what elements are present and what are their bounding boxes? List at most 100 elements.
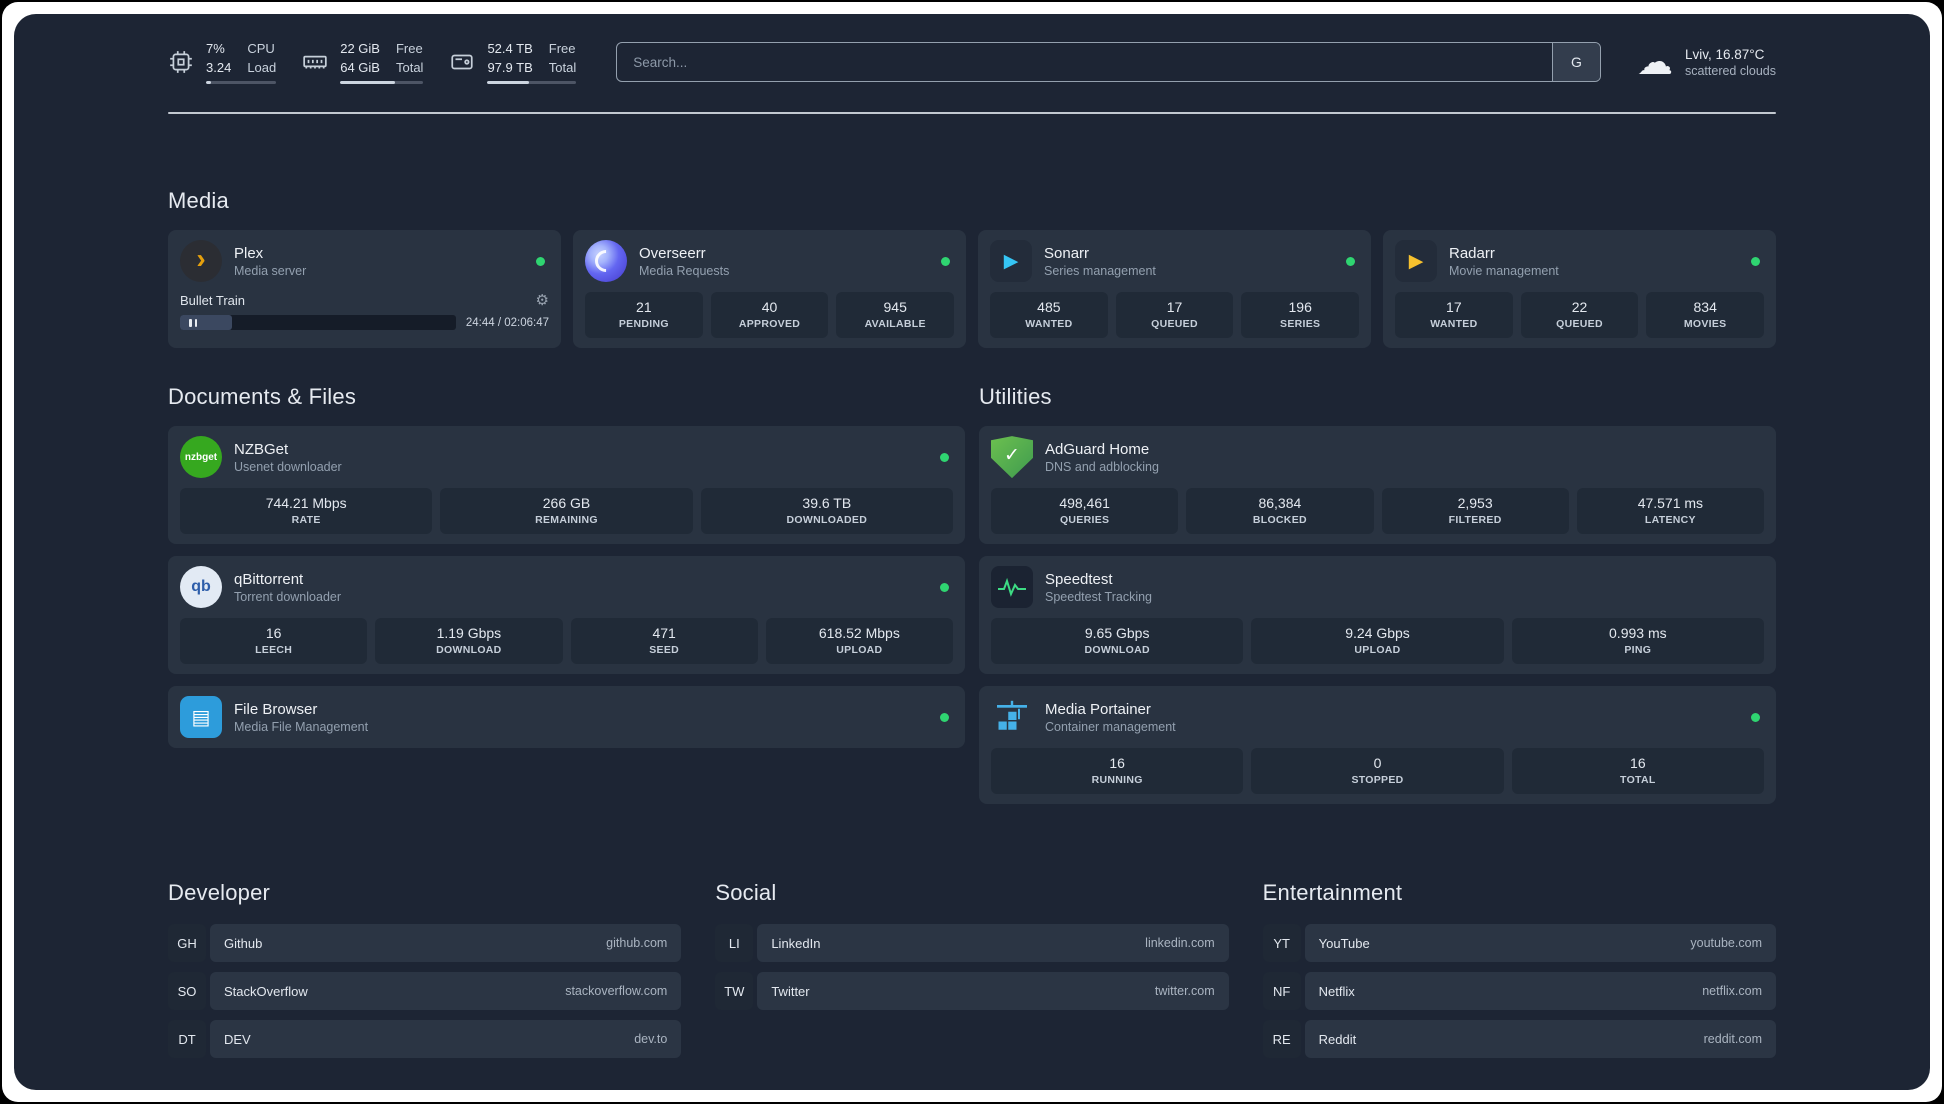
status-dot [1751,712,1760,722]
service-card-sonarr[interactable]: ▶ Sonarr Series management 485 WANTED 17… [978,230,1371,349]
status-dot [536,256,545,266]
bookmark-url: stackoverflow.com [565,984,668,999]
service-card-qbittorrent[interactable]: qb qBittorrent Torrent downloader 16 LEE… [168,556,965,675]
bookmark-name: DEV [224,1031,251,1047]
pause-icon[interactable] [189,318,197,327]
stat-tile: 1.19 Gbps DOWNLOAD [375,618,563,665]
topbar-divider [168,112,1776,115]
service-name: qBittorrent [234,570,304,588]
bookmark-abbr: SO [168,972,206,1011]
service-name: Sonarr [1044,244,1090,262]
section-title-documents: Documents & Files [168,384,357,410]
search-bar: G [616,42,1601,83]
memory-total: 64 GiB [340,59,380,75]
section-title-utilities: Utilities [979,384,1052,410]
bookmark-name: Twitter [771,983,810,999]
service-desc: Media server [234,263,307,278]
qbittorrent-icon: qb [180,566,222,609]
bookmark-abbr: LI [715,924,754,963]
stat-tile: 485 WANTED [990,292,1108,339]
cpu-load-label: Load [247,59,277,75]
service-desc: Torrent downloader [234,589,342,604]
bookmark-url: dev.to [634,1032,668,1047]
status-dot [940,452,949,462]
stat-tile: 9.65 Gbps DOWNLOAD [991,618,1244,665]
service-card-plex[interactable]: › Plex Media server Bullet Train ⚙ 24:44… [168,230,561,349]
media-player-widget: Bullet Train ⚙ 24:44 / 02:06:47 [180,291,549,331]
filebrowser-icon: ▤ [180,696,222,739]
disk-total-label: Total [548,59,577,75]
speedtest-icon [991,566,1033,609]
stat-tile: 16 RUNNING [991,748,1244,795]
bookmark-reddit[interactable]: RE Reddit reddit.com [1262,1020,1776,1059]
bookmark-twitter[interactable]: TW Twitter twitter.com [715,972,1229,1011]
bookmark-name: Github [224,935,263,951]
cloud-icon: ☁ [1636,41,1673,83]
playback-progress-bar[interactable] [180,315,456,331]
section-documents: Documents & Files nzbget NZBGet Usenet d… [168,384,965,816]
weather-location: Lviv, 16.87°C [1684,46,1765,62]
adguard-icon: ✓ [991,436,1033,479]
dashboard: 7% 3.24 CPU Load 22 GiB 64 GiB Free Tota… [14,14,1930,1090]
radarr-icon: ▶ [1395,240,1437,283]
status-dot [940,712,949,722]
section-media: Media › Plex Media server Bullet Train ⚙… [168,188,1776,349]
weather-condition: scattered clouds [1684,63,1776,78]
service-card-overseerr[interactable]: Overseerr Media Requests 21 PENDING 40 A… [573,230,966,349]
stat-tile: 9.24 Gbps UPLOAD [1251,618,1504,665]
service-card-speedtest[interactable]: Speedtest Speedtest Tracking 9.65 Gbps D… [979,556,1776,675]
bookmark-github[interactable]: GH Github github.com [168,924,682,963]
cpu-icon [168,49,194,75]
service-card-radarr[interactable]: ▶ Radarr Movie management 17 WANTED 22 Q… [1383,230,1776,349]
stat-tile: 266 GB REMAINING [440,488,693,535]
memory-icon [302,49,328,75]
bookmark-name: StackOverflow [224,983,308,999]
bookmark-stackoverflow[interactable]: SO StackOverflow stackoverflow.com [168,972,682,1011]
service-card-portainer[interactable]: Media Portainer Container management 16 … [979,686,1776,805]
stat-tile: 2,953 FILTERED [1381,488,1569,535]
disk-widget: 52.4 TB 97.9 TB Free Total [449,40,577,85]
cpu-load-avg: 3.24 [206,59,232,75]
status-dot [1751,256,1760,266]
search-input[interactable] [617,43,1552,82]
stat-tile: 17 QUEUED [1115,292,1234,339]
bookmark-netflix[interactable]: NF Netflix netflix.com [1262,972,1776,1011]
service-card-nzbget[interactable]: nzbget NZBGet Usenet downloader 744.21 M… [168,426,965,545]
stat-tile: 22 QUEUED [1520,292,1639,339]
service-desc: Movie management [1449,263,1559,278]
service-name: Speedtest [1045,570,1113,588]
stat-tile: 21 PENDING [585,292,703,339]
bookmark-url: reddit.com [1703,1032,1762,1047]
bookmark-abbr: TW [715,972,754,1011]
memory-total-label: Total [395,59,424,75]
bookmark-abbr: NF [1262,972,1301,1011]
memory-progress-bar [340,81,424,85]
service-desc: DNS and adblocking [1045,459,1159,474]
stat-tile: 16 LEECH [180,618,368,665]
plex-icon: › [180,240,222,283]
gear-icon[interactable]: ⚙ [536,291,549,309]
service-name: Media Portainer [1045,700,1151,718]
service-desc: Media Requests [639,263,730,278]
bookmark-url: youtube.com [1690,936,1762,951]
resource-widgets: 7% 3.24 CPU Load 22 GiB 64 GiB Free Tota… [168,40,577,85]
service-desc: Series management [1044,263,1156,278]
status-dot [941,256,950,266]
bookmark-dev[interactable]: DT DEV dev.to [168,1020,682,1059]
bookmark-url: linkedin.com [1145,936,1215,951]
page-background: 7% 3.24 CPU Load 22 GiB 64 GiB Free Tota… [2,2,1942,1102]
stat-tile: 618.52 Mbps UPLOAD [765,618,953,665]
service-name: NZBGet [234,440,289,458]
bookmark-linkedin[interactable]: LI LinkedIn linkedin.com [715,924,1229,963]
disk-free-label: Free [548,41,576,56]
stat-tile: 834 MOVIES [1646,292,1765,339]
service-card-adguard[interactable]: ✓ AdGuard Home DNS and adblocking 498,46… [979,426,1776,545]
disk-icon [449,49,475,75]
bookmark-group-entertainment: Entertainment YT YouTube youtube.com NF … [1262,880,1776,1068]
bookmark-youtube[interactable]: YT YouTube youtube.com [1262,924,1776,963]
service-desc: Container management [1045,719,1176,734]
bookmark-abbr: RE [1262,1020,1301,1059]
topbar: 7% 3.24 CPU Load 22 GiB 64 GiB Free Tota… [168,40,1776,85]
search-provider-button[interactable]: G [1551,43,1600,82]
service-card-filebrowser[interactable]: ▤ File Browser Media File Management [168,686,965,749]
